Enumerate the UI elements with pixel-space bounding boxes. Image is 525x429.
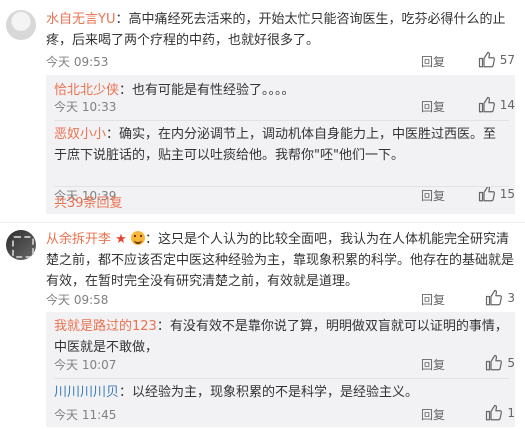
reply-meta: 今天 11:45 回复 1 [54, 404, 515, 424]
reply-time: 今天 10:33 [54, 100, 117, 114]
reply-body: ：确实，在内分泌调节上，调动机体自身能力上，中医胜过西医。至于庶下说脏话的，贴主… [54, 127, 497, 163]
avatar[interactable] [6, 10, 36, 40]
like-count: 15 [499, 187, 515, 201]
divider [54, 120, 509, 121]
thumbs-up-icon [478, 185, 495, 202]
like-button[interactable]: 5 [485, 354, 515, 372]
like-count: 3 [507, 291, 515, 305]
comment-username[interactable]: 水自无言YU [46, 12, 115, 27]
reply-button[interactable]: 回复 [421, 291, 445, 308]
user-badges: ★ [115, 229, 145, 250]
thumbs-up-icon [478, 51, 495, 68]
comment-text: 从余拆开李 ★ ：这只是个人认为的比较全面吧，我认为在人体机能完全研究清楚之前，… [46, 229, 515, 292]
reply-text: 恶奴小小：确实，在内分泌调节上，调动机体自身能力上，中医胜过西医。至于庶下说脏话… [54, 124, 509, 166]
reply-button[interactable]: 回复 [421, 187, 445, 204]
reply-username[interactable]: 恶奴小小 [54, 127, 106, 142]
thumbs-up-icon [486, 404, 503, 421]
like-button[interactable]: 14 [478, 96, 515, 114]
reply-button[interactable]: 回复 [421, 356, 445, 373]
star-icon: ★ [115, 232, 127, 247]
comment-meta: 今天 09:58 回复 3 [46, 289, 515, 309]
like-count: 57 [499, 53, 515, 67]
reply-meta: 今天 10:39 回复 15 [54, 185, 515, 205]
reply-meta: 今天 10:33 回复 14 [54, 96, 515, 116]
avatar[interactable] [6, 230, 36, 260]
like-button[interactable]: 57 [478, 51, 515, 69]
comment-meta: 今天 09:53 回复 57 [46, 51, 515, 71]
reply-text: 我就是路过的123：有没有效不是靠你说了算，明明做双盲就可以证明的事情，中医就是… [54, 316, 509, 358]
thumbs-up-icon [486, 289, 503, 306]
like-count: 1 [507, 406, 515, 420]
thumbs-up-icon [478, 96, 495, 113]
reply-box: 我就是路过的123：有没有效不是靠你说了算，明明做双盲就可以证明的事情，中医就是… [46, 312, 515, 427]
reply-button[interactable]: 回复 [421, 53, 445, 70]
reply-box: 恰北北少侠：也有可能是有性经验了。。。。 今天 10:33 回复 14 恶奴小小… [46, 75, 515, 214]
reply-body: ：以经验为主，现象积累的不是科学，是经验主义。 [119, 385, 419, 400]
smile-icon [130, 231, 145, 245]
reply-meta: 今天 10:07 回复 5 [54, 354, 515, 374]
reply-button[interactable]: 回复 [421, 406, 445, 423]
reply-text: 川川川川贝：以经验为主，现象积累的不是科学，是经验主义。 [54, 382, 509, 403]
reply-username[interactable]: 我就是路过的123 [54, 319, 157, 334]
like-count: 5 [507, 356, 515, 370]
like-count: 14 [499, 98, 515, 112]
comment-body: ：高中痛经死去活来的，开始太忙只能咨询医生，吃芬必得什么的止疼，后来喝了两个疗程… [46, 12, 506, 48]
reply-button[interactable]: 回复 [421, 98, 445, 115]
more-replies-link[interactable]: 共39条回复 [54, 192, 123, 211]
divider [54, 378, 509, 379]
comment-time: 今天 09:58 [46, 293, 109, 307]
like-button[interactable]: 1 [485, 404, 515, 422]
like-button[interactable]: 3 [485, 289, 515, 307]
thumbs-up-icon [486, 354, 503, 371]
reply-time: 今天 11:45 [54, 408, 117, 422]
like-button[interactable]: 15 [478, 185, 515, 203]
divider [54, 186, 509, 187]
divider [0, 222, 525, 223]
comment-text: 水自无言YU：高中痛经死去活来的，开始太忙只能咨询医生，吃芬必得什么的止疼，后来… [46, 9, 515, 51]
comment-time: 今天 09:53 [46, 55, 109, 69]
reply-username[interactable]: 川川川川贝 [54, 385, 119, 400]
reply-time: 今天 10:07 [54, 358, 117, 372]
comment-username[interactable]: 从余拆开李 [46, 232, 111, 247]
